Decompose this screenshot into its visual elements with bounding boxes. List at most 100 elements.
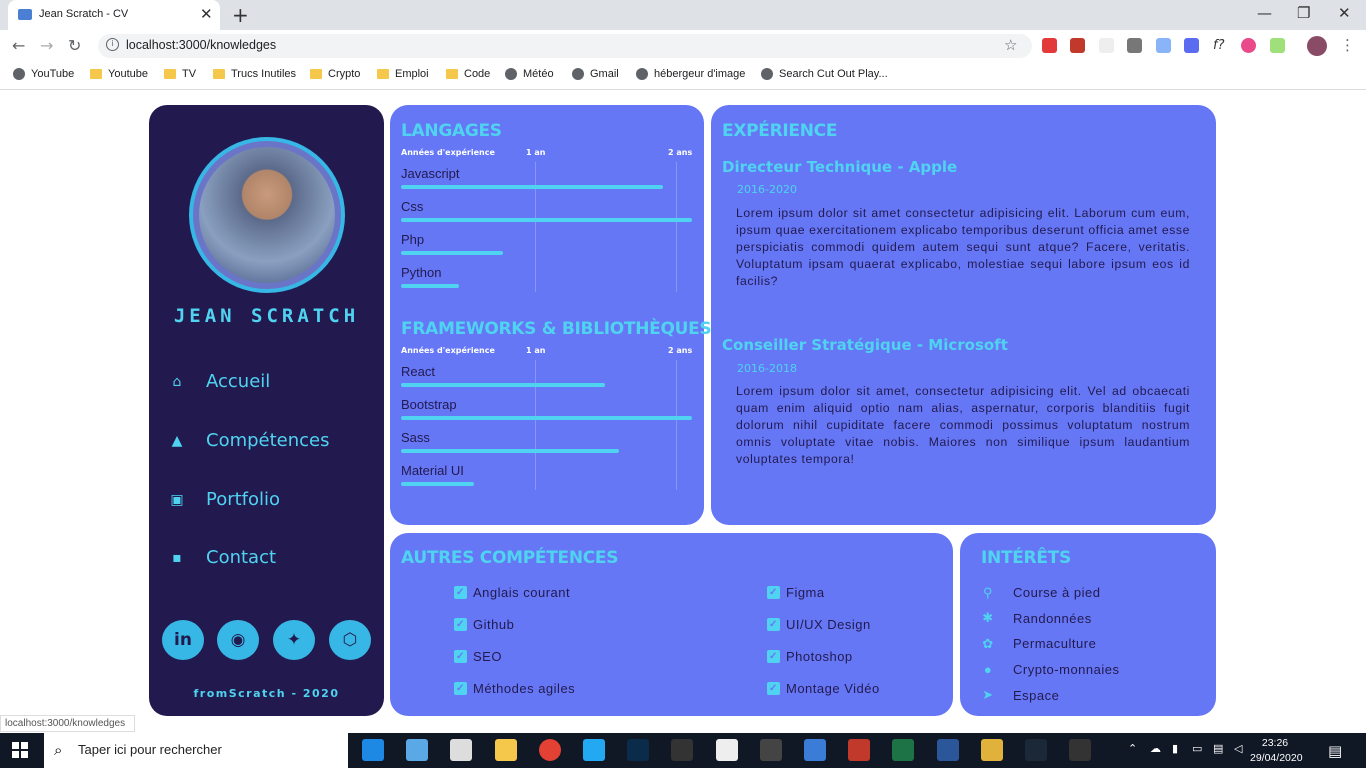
browser-icon[interactable] bbox=[804, 739, 826, 761]
sync-icon[interactable] bbox=[450, 739, 473, 761]
reload-icon[interactable]: ↻ bbox=[68, 36, 81, 55]
scale-2ans: 2 ans bbox=[668, 346, 693, 355]
security-icon[interactable] bbox=[362, 739, 384, 761]
adblock-icon[interactable] bbox=[1042, 38, 1057, 53]
photoshop-icon[interactable] bbox=[627, 739, 650, 761]
minimize-icon[interactable]: — bbox=[1257, 4, 1272, 22]
clock-date: 29/04/2020 bbox=[1250, 752, 1303, 764]
bookmark-item[interactable]: TV bbox=[164, 68, 196, 80]
volume-icon[interactable]: ◁ bbox=[1234, 742, 1242, 755]
color-extension-icon[interactable] bbox=[1241, 38, 1256, 53]
extension-icon[interactable] bbox=[1070, 38, 1085, 53]
app-icon[interactable] bbox=[1069, 739, 1092, 761]
images-icon: ▣ bbox=[170, 491, 184, 508]
back-icon[interactable]: ← bbox=[12, 36, 25, 55]
skill-bar bbox=[401, 449, 619, 453]
bookmark-item[interactable]: YouTube bbox=[13, 68, 74, 80]
skill-check-item: ✓ Montage Vidéo bbox=[767, 681, 880, 696]
bookmark-item[interactable]: Youtube bbox=[90, 68, 148, 80]
menu-kebab-icon[interactable]: ⋮ bbox=[1340, 36, 1355, 54]
battery-icon[interactable]: ▭ bbox=[1192, 742, 1202, 755]
obs-icon[interactable] bbox=[759, 739, 782, 761]
skill-check-label: UI/UX Design bbox=[786, 617, 871, 632]
bookmark-item[interactable]: Crypto bbox=[310, 68, 360, 80]
bookmark-item[interactable]: hébergeur d'image bbox=[636, 68, 745, 80]
chrome-icon[interactable] bbox=[538, 739, 561, 761]
notifications-icon[interactable]: ▤ bbox=[1328, 742, 1342, 760]
mic-icon[interactable]: ▮ bbox=[1172, 742, 1178, 755]
folder-icon bbox=[377, 69, 389, 79]
frameworks-title: FRAMEWORKS & BIBLIOTHÈQUES bbox=[401, 319, 712, 339]
network-icon[interactable]: ▤ bbox=[1213, 742, 1223, 755]
vscode-icon[interactable] bbox=[583, 739, 605, 761]
skill-check-label: Anglais courant bbox=[473, 585, 571, 600]
bookmark-item[interactable]: Code bbox=[446, 68, 490, 80]
font-extension-icon[interactable]: f? bbox=[1213, 38, 1228, 53]
layers-icon[interactable] bbox=[980, 739, 1003, 761]
clock[interactable]: 23:26 29/04/2020 bbox=[1250, 736, 1303, 766]
nav-contact[interactable]: ▪ Contact bbox=[168, 547, 276, 568]
gridline bbox=[535, 360, 536, 490]
restore-icon[interactable]: ❐ bbox=[1297, 4, 1310, 22]
job-description: Lorem ipsum dolor sit amet, consectetur … bbox=[736, 384, 1190, 466]
nav-portfolio[interactable]: ▣ Portfolio bbox=[168, 489, 280, 510]
skill-check-item: ✓ UI/UX Design bbox=[767, 617, 871, 632]
github-icon[interactable]: ◉ bbox=[217, 620, 259, 660]
omnibox[interactable]: i localhost:3000/knowledges ☆ bbox=[98, 34, 1032, 58]
folder-icon bbox=[164, 69, 176, 79]
taskbar-search[interactable]: ⌕ Taper ici pour rechercher bbox=[44, 733, 348, 768]
nav-label: Contact bbox=[206, 547, 277, 568]
close-window-icon[interactable]: ✕ bbox=[1338, 4, 1351, 22]
extension-icon[interactable] bbox=[1127, 38, 1142, 53]
bookmark-item[interactable]: Emploi bbox=[377, 68, 429, 80]
word-icon[interactable] bbox=[936, 739, 959, 761]
seedling-icon: ✿ bbox=[982, 635, 994, 651]
excel-icon[interactable] bbox=[892, 739, 915, 761]
extension-icon[interactable] bbox=[1099, 38, 1114, 53]
cloud-icon[interactable]: ☁ bbox=[1150, 742, 1161, 755]
bookmark-label: TV bbox=[182, 68, 197, 80]
file-explorer-icon[interactable] bbox=[494, 739, 517, 761]
figma-icon[interactable] bbox=[671, 739, 694, 761]
home-icon: ⌂ bbox=[172, 373, 182, 390]
bookmark-item[interactable]: Gmail bbox=[572, 68, 619, 80]
docs-icon[interactable] bbox=[406, 739, 429, 761]
forward-icon[interactable]: → bbox=[40, 36, 53, 55]
bookmark-star-icon[interactable]: ☆ bbox=[1004, 36, 1017, 54]
skill-check-item: ✓ Figma bbox=[767, 585, 825, 600]
skill-check-item: ✓ Github bbox=[454, 617, 514, 632]
extension-icon[interactable] bbox=[1270, 38, 1285, 53]
close-tab-icon[interactable]: ✕ bbox=[200, 5, 213, 23]
interest-label: Crypto-monnaies bbox=[1013, 662, 1120, 678]
tray-chevron-icon[interactable]: ⌃ bbox=[1128, 742, 1137, 755]
gridline bbox=[535, 162, 536, 292]
steam-icon[interactable] bbox=[1025, 739, 1047, 761]
skill-bar bbox=[401, 251, 503, 255]
other-skills-title: AUTRES COMPÉTENCES bbox=[401, 548, 619, 568]
filezilla-icon[interactable] bbox=[848, 739, 871, 761]
site-info-icon[interactable]: i bbox=[106, 38, 119, 51]
extension-icon[interactable] bbox=[1184, 38, 1199, 53]
code-editor-icon[interactable] bbox=[715, 739, 738, 761]
globe-icon bbox=[761, 68, 773, 80]
nav-accueil[interactable]: ⌂ Accueil bbox=[168, 371, 271, 392]
gridline bbox=[676, 360, 677, 490]
skill-label: Css bbox=[401, 199, 424, 214]
extension-icon[interactable] bbox=[1156, 38, 1171, 53]
twitter-icon[interactable]: ✦ bbox=[273, 620, 315, 660]
linkedin-icon[interactable]: in bbox=[162, 620, 204, 660]
bookmark-item[interactable]: Trucs Inutiles bbox=[213, 68, 296, 80]
bookmark-label: Youtube bbox=[108, 68, 148, 80]
bookmark-label: Emploi bbox=[395, 68, 429, 80]
skill-label: Javascript bbox=[401, 166, 460, 181]
codepen-icon[interactable]: ⬡ bbox=[329, 620, 371, 660]
skill-check-item: ✓ Anglais courant bbox=[454, 585, 570, 600]
scale-label: Années d'expérience bbox=[401, 148, 495, 157]
new-tab-button[interactable]: + bbox=[232, 3, 249, 27]
bookmark-item[interactable]: Météo bbox=[505, 68, 554, 80]
profile-avatar[interactable] bbox=[1307, 36, 1327, 56]
browser-tab[interactable]: Jean Scratch - CV ✕ bbox=[8, 0, 220, 30]
bookmark-item[interactable]: Search Cut Out Play... bbox=[761, 68, 888, 80]
windows-start-icon[interactable] bbox=[12, 742, 28, 758]
nav-competences[interactable]: ▲ Compétences bbox=[168, 430, 330, 451]
